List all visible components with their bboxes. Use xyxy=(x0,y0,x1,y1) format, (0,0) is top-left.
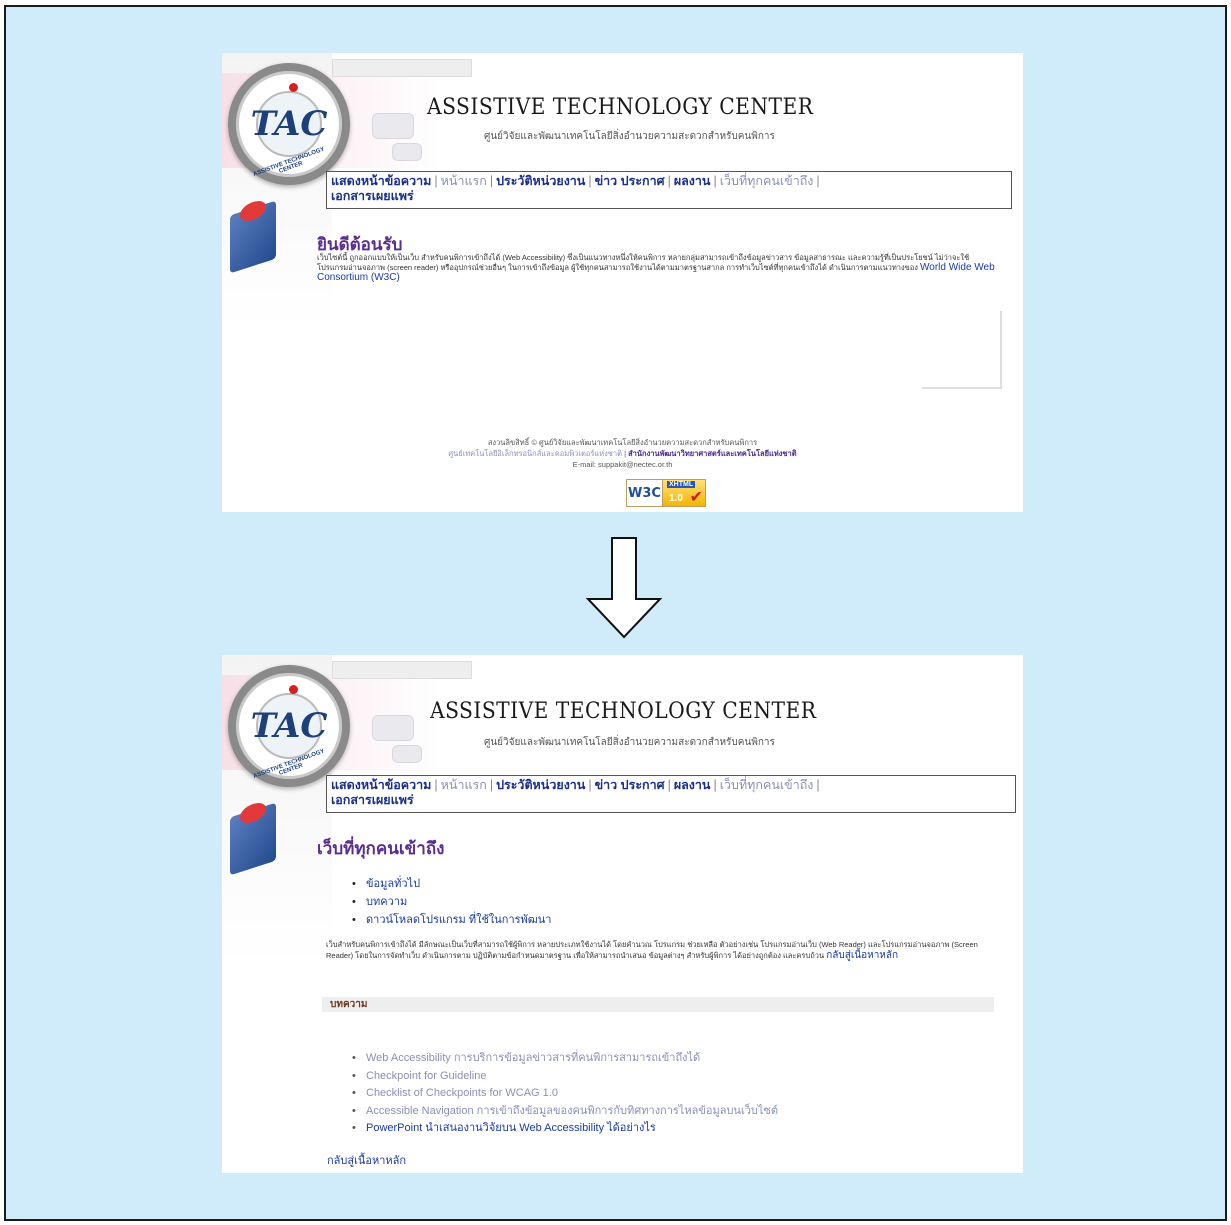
submenu-downloads[interactable]: ดาวน์โหลดโปรแกรม ที่ใช้ในการพัฒนา xyxy=(366,914,551,926)
nav-text-view[interactable]: แสดงหน้าข้อความ xyxy=(331,174,431,188)
footer-link-nstda[interactable]: สำนักงานพัฒนาวิทยาศาสตร์และเทคโนโลยีแห่ง… xyxy=(628,449,797,458)
nav-news[interactable]: ข่าว ประกาศ xyxy=(595,778,665,792)
nav-separator: | xyxy=(434,174,438,188)
tac-logo[interactable]: TAC ASSISTIVE TECHNOLOGY CENTER xyxy=(228,665,350,787)
screenshot-after: TAC ASSISTIVE TECHNOLOGY CENTER ASSISTIV… xyxy=(222,655,1023,1173)
list-item: Accessible Navigation การเข้าถึงข้อมูลขอ… xyxy=(352,1103,778,1121)
site-title: ASSISTIVE TECHNOLOGY CENTER xyxy=(427,95,814,120)
nav-separator: | xyxy=(489,174,494,188)
footer-email: E-mail: suppakit@nectec.or.th xyxy=(572,460,673,469)
logo-emblem: TAC xyxy=(251,91,327,157)
list-item: Checklist of Checkpoints for WCAG 1.0 xyxy=(352,1085,778,1103)
nav-accessibility[interactable]: เว็บที่ทุกคนเข้าถึง xyxy=(720,174,814,188)
decorative-corner xyxy=(922,311,1002,389)
intro-paragraph: เว็บไซต์นี้ ถูกออกแบบให้เป็นเว็บ สำหรับค… xyxy=(317,253,997,283)
nav-home[interactable]: หน้าแรก xyxy=(441,174,487,188)
list-item: PowerPoint นำเสนองานวิจัยบน Web Accessib… xyxy=(352,1120,778,1138)
list-item: บทความ xyxy=(352,893,551,911)
article-link[interactable]: Web Accessibility การบริการข้อมูลข่าวสาร… xyxy=(366,1052,700,1064)
list-item: Web Accessibility การบริการข้อมูลข่าวสาร… xyxy=(352,1050,778,1068)
site-title: ASSISTIVE TECHNOLOGY CENTER xyxy=(430,699,817,724)
decorative-device-icon xyxy=(372,715,414,741)
nav-separator: | xyxy=(816,778,820,792)
w3c-badge-label: W3C xyxy=(627,480,663,506)
footer-copyright: สงวนลิขสิทธิ์ © ศูนย์วิจัยและพัฒนาเทคโนโ… xyxy=(487,438,758,447)
body-paragraph: เว็บสำหรับคนพิการเข้าถึงได้ มีลักษณะเป็น… xyxy=(326,939,986,961)
footer-separator: | xyxy=(624,449,627,458)
footer-link-nectec[interactable]: ศูนย์เทคโนโลยีอิเล็กทรอนิกส์และคอมพิวเตอ… xyxy=(448,449,622,458)
nav-separator: | xyxy=(713,174,717,188)
nav-history[interactable]: ประวัติหน่วยงาน xyxy=(496,174,585,188)
nav-history[interactable]: ประวัติหน่วยงาน xyxy=(496,778,585,792)
article-link[interactable]: Accessible Navigation การเข้าถึงข้อมูลขอ… xyxy=(366,1105,778,1117)
section-title-articles: บทความ xyxy=(322,997,994,1012)
checkmark-icon: ✔ xyxy=(689,489,703,506)
nav-separator: | xyxy=(588,778,592,792)
main-nav: แสดงหน้าข้อความ | หน้าแรก | ประวัติหน่วยงาน |… xyxy=(326,775,1016,813)
screenshot-before: TAC ASSISTIVE TECHNOLOGY CENTER ASSISTIV… xyxy=(222,53,1023,512)
list-item: Checkpoint for Guideline xyxy=(352,1068,778,1086)
nav-publications[interactable]: เอกสารเผยแพร่ xyxy=(331,793,414,807)
down-arrow-icon xyxy=(586,537,662,639)
article-link[interactable]: Checkpoint for Guideline xyxy=(366,1070,486,1082)
nav-home[interactable]: หน้าแรก xyxy=(441,778,487,792)
nav-text-view[interactable]: แสดงหน้าข้อความ xyxy=(331,778,431,792)
logo-emblem: TAC xyxy=(251,693,327,759)
nav-separator: | xyxy=(588,174,592,188)
xhtml-badge-version: 1.0 xyxy=(669,493,683,504)
logo-dot-icon xyxy=(289,685,298,694)
logo-dot-icon xyxy=(289,83,298,92)
list-item: ข้อมูลทั่วไป xyxy=(352,875,551,893)
article-link[interactable]: Checklist of Checkpoints for WCAG 1.0 xyxy=(366,1087,558,1099)
nav-separator: | xyxy=(667,174,671,188)
footer: สงวนลิขสิทธิ์ © ศูนย์วิจัยและพัฒนาเทคโนโ… xyxy=(222,437,1023,470)
nav-works[interactable]: ผลงาน xyxy=(674,778,711,792)
submenu-articles[interactable]: บทความ xyxy=(366,896,407,908)
list-item: ดาวน์โหลดโปรแกรม ที่ใช้ในการพัฒนา xyxy=(352,911,551,929)
back-to-main-link[interactable]: กลับสู่เนื้อหาหลัก xyxy=(327,1151,406,1169)
nav-separator: | xyxy=(816,174,820,188)
accessibility-heading: เว็บที่ทุกคนเข้าถึง xyxy=(317,839,445,858)
submenu-general[interactable]: ข้อมูลทั่วไป xyxy=(366,878,420,890)
decorative-toolbar xyxy=(332,661,472,679)
site-subtitle: ศูนย์วิจัยและพัฒนาเทคโนโลยีสิ่งอำนวยความ… xyxy=(484,131,775,142)
main-nav: แสดงหน้าข้อความ | หน้าแรก | ประวัติหน่วยงาน |… xyxy=(326,171,1012,209)
xhtml-validator-badge[interactable]: W3C XHTML 1.0 ✔ xyxy=(626,479,706,507)
nav-separator: | xyxy=(667,778,671,792)
decorative-device-icon xyxy=(372,113,414,139)
site-subtitle: ศูนย์วิจัยและพัฒนาเทคโนโลยีสิ่งอำนวยความ… xyxy=(484,737,775,748)
submenu-list: ข้อมูลทั่วไป บทความ ดาวน์โหลดโปรแกรม ที่… xyxy=(352,875,551,929)
nav-separator: | xyxy=(434,778,438,792)
nav-separator: | xyxy=(489,778,494,792)
decorative-toolbar xyxy=(332,59,472,77)
decorative-device-icon xyxy=(392,745,422,763)
articles-list: Web Accessibility การบริการข้อมูลข่าวสาร… xyxy=(352,1050,778,1138)
nav-accessibility[interactable]: เว็บที่ทุกคนเข้าถึง xyxy=(720,778,814,792)
tac-logo[interactable]: TAC ASSISTIVE TECHNOLOGY CENTER xyxy=(228,63,350,185)
nav-works[interactable]: ผลงาน xyxy=(674,174,711,188)
back-to-main-inline[interactable]: กลับสู่เนื้อหาหลัก xyxy=(826,950,898,961)
nav-news[interactable]: ข่าว ประกาศ xyxy=(595,174,665,188)
xhtml-badge-panel: XHTML 1.0 ✔ xyxy=(663,480,705,506)
article-link[interactable]: PowerPoint นำเสนองานวิจัยบน Web Accessib… xyxy=(366,1122,656,1134)
nav-publications[interactable]: เอกสารเผยแพร่ xyxy=(331,189,414,203)
nav-separator: | xyxy=(713,778,717,792)
decorative-device-icon xyxy=(392,143,422,161)
intro-text: เว็บไซต์นี้ ถูกออกแบบให้เป็นเว็บ สำหรับค… xyxy=(317,253,970,272)
